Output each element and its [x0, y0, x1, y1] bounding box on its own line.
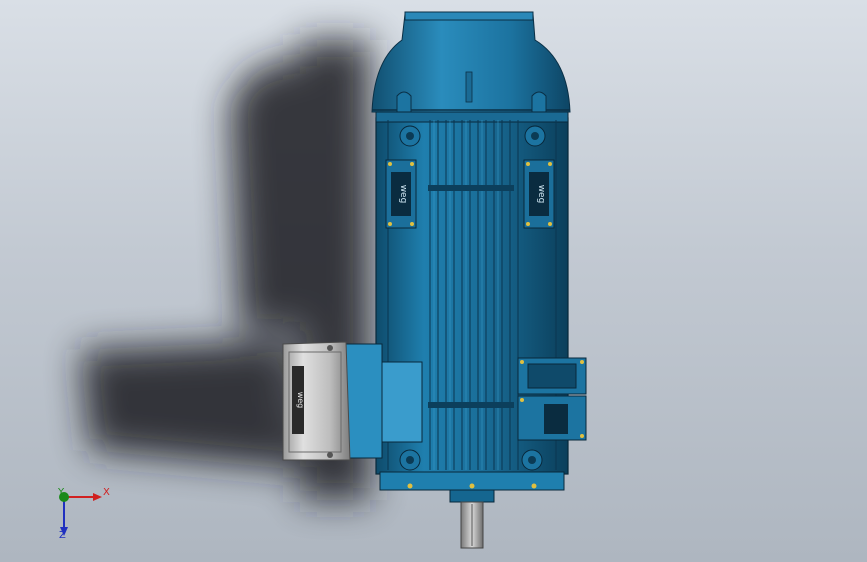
graphics-viewport[interactable]: weg weg weg X Y Z — [0, 0, 867, 562]
nameplate-right: weg — [523, 159, 555, 229]
y-axis-label: Y — [58, 487, 65, 498]
fan-cover[interactable] — [371, 11, 571, 113]
terminal-weg-logo: weg — [296, 392, 305, 409]
nameplate-left: weg — [385, 159, 417, 229]
accessory-box-upper[interactable] — [517, 357, 587, 395]
mounting-flange[interactable] — [379, 471, 565, 503]
weg-logo-right: weg — [536, 185, 546, 204]
z-axis-label: Z — [59, 530, 66, 541]
weg-logo-left: weg — [398, 185, 408, 204]
motor-3d-model[interactable]: weg weg weg — [0, 0, 867, 562]
accessory-box-lower[interactable] — [517, 395, 587, 441]
x-axis-label: X — [103, 487, 110, 498]
motor-shaft[interactable] — [460, 501, 484, 549]
